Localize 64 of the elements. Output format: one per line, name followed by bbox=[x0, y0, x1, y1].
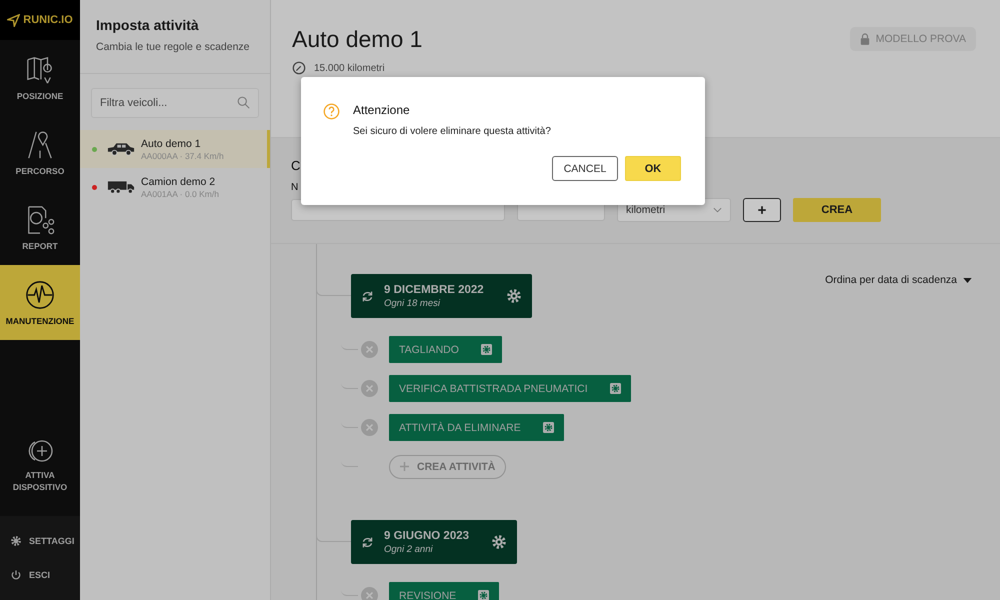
dialog-title: Attenzione bbox=[353, 103, 411, 117]
cancel-button[interactable]: CANCEL bbox=[552, 156, 618, 181]
settings-icon[interactable] bbox=[610, 383, 621, 394]
due-date: 9 DICEMBRE 2022 bbox=[384, 284, 484, 296]
field-label: N bbox=[291, 182, 298, 193]
nav-item[interactable]: REPORT bbox=[0, 190, 80, 265]
settings-icon bbox=[10, 535, 22, 547]
odometer-text: 15.000 kilometri bbox=[314, 62, 385, 74]
caret-icon bbox=[963, 278, 972, 282]
nav-item[interactable]: PERCORSO bbox=[0, 115, 80, 190]
due-date-card[interactable]: 9 DICEMBRE 2022 Ogni 18 mesi bbox=[351, 274, 532, 318]
recurrence-text: Ogni 2 anni bbox=[384, 544, 434, 554]
due-date-card[interactable]: 9 GIUGNO 2023 Ogni 2 anni bbox=[351, 520, 518, 564]
settings-icon[interactable] bbox=[506, 288, 522, 304]
logo-text: RUNIC.IO bbox=[23, 14, 73, 26]
logout-link[interactable]: ESCI bbox=[0, 558, 80, 592]
add-button[interactable]: + bbox=[743, 198, 781, 222]
vehicle-info: AA000AA · 37.4 Km/h bbox=[141, 150, 224, 160]
refresh-icon bbox=[361, 290, 374, 302]
map-pin-icon bbox=[25, 54, 55, 84]
gauge-icon bbox=[292, 61, 306, 75]
settings-icon[interactable] bbox=[478, 590, 490, 600]
refresh-icon bbox=[361, 536, 374, 548]
task-label: REVISIONE bbox=[399, 590, 456, 600]
add-circle-icon bbox=[27, 438, 53, 464]
recurrence-text: Ogni 18 mesi bbox=[384, 298, 442, 308]
nav-item[interactable]: POSIZIONE bbox=[0, 40, 80, 115]
vehicle-info: AA001AA · 0.0 Km/h bbox=[141, 188, 219, 198]
plus-icon bbox=[400, 462, 409, 471]
car-icon bbox=[107, 142, 135, 156]
due-date: 9 GIUGNO 2023 bbox=[384, 530, 470, 542]
panel-subtitle: Cambia le tue regole e scadenze bbox=[96, 41, 251, 53]
document-clock-icon bbox=[25, 204, 55, 234]
chevron-down-icon bbox=[713, 207, 722, 213]
settings-icon[interactable] bbox=[491, 534, 508, 550]
settings-link[interactable]: SETTAGGI bbox=[0, 524, 80, 558]
settings-icon[interactable] bbox=[480, 344, 492, 355]
vehicle-item[interactable]: Auto demo 1 AA000AA · 37.4 Km/h bbox=[80, 130, 270, 168]
section-heading: C bbox=[291, 158, 300, 175]
task-label: VERIFICA BATTISTRADA PNEUMATICI bbox=[399, 382, 588, 394]
create-button[interactable]: CREA bbox=[793, 198, 881, 222]
vehicle-name: Camion demo 2 bbox=[141, 176, 216, 188]
vehicle-title: Auto demo 1 bbox=[292, 26, 422, 53]
activate-device-button[interactable]: ATTIVA DISPOSITIVO bbox=[0, 431, 80, 501]
search-icon bbox=[237, 96, 250, 109]
nav-item[interactable]: MANUTENZIONE bbox=[0, 265, 80, 340]
logo[interactable]: RUNIC.IO bbox=[0, 0, 80, 40]
vehicle-name: Auto demo 1 bbox=[141, 138, 202, 150]
lock-icon bbox=[860, 33, 870, 45]
paper-plane-icon bbox=[7, 14, 20, 26]
pulse-icon bbox=[25, 280, 55, 310]
question-icon bbox=[323, 103, 340, 120]
truck-icon bbox=[107, 180, 135, 194]
ok-button[interactable]: OK bbox=[625, 156, 681, 181]
settings-icon[interactable] bbox=[542, 422, 554, 433]
search-field[interactable]: Filtra veicoli... bbox=[91, 88, 259, 118]
vehicle-item[interactable]: Camion demo 2 AA001AA · 0.0 Km/h bbox=[80, 168, 270, 206]
task-label: ATTIVITÀ DA ELIMINARE bbox=[399, 422, 521, 434]
sort-dropdown[interactable]: Ordina per data di scadenza bbox=[825, 274, 972, 286]
task-label: TAGLIANDO bbox=[399, 344, 459, 356]
road-pin-icon bbox=[25, 130, 55, 160]
panel-title: Imposta attività bbox=[96, 17, 200, 33]
power-icon bbox=[10, 569, 22, 581]
dialog-message: Sei sicuro di volere eliminare questa attività? bbox=[353, 126, 551, 137]
